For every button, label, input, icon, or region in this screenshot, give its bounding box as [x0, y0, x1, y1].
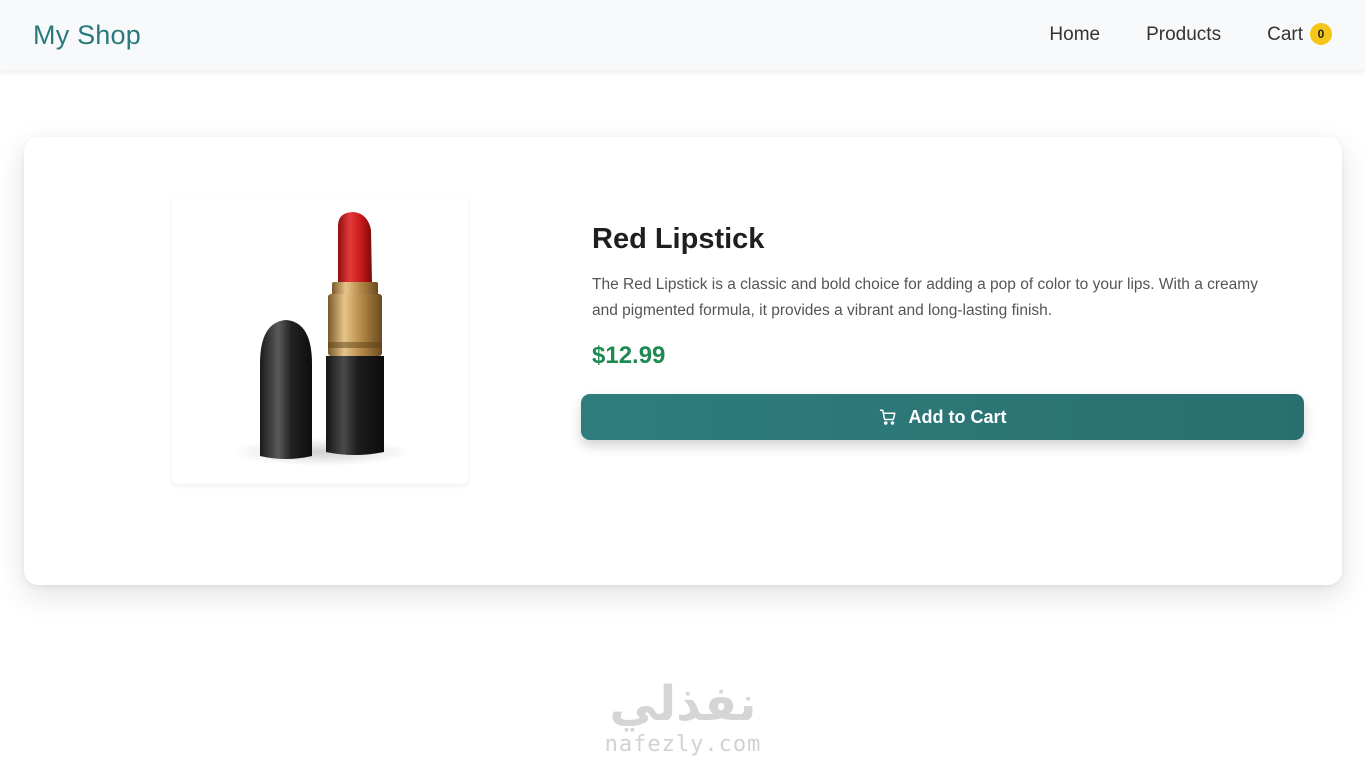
watermark: نفذلي nafezly.com	[598, 676, 768, 766]
product-title: Red Lipstick	[592, 223, 765, 255]
nav-links: Home Products Cart 0	[1003, 22, 1332, 46]
lipstick-image	[232, 212, 412, 466]
nav-link-products[interactable]: Products	[1146, 24, 1221, 46]
product-image	[172, 194, 468, 484]
brand-logo[interactable]: My Shop	[33, 20, 141, 51]
product-info: Red Lipstick The Red Lipstick is a class…	[592, 223, 1292, 370]
nav-link-cart[interactable]: Cart 0	[1267, 22, 1332, 46]
add-to-cart-button[interactable]: Add to Cart	[581, 394, 1304, 440]
watermark-latin: nafezly.com	[604, 732, 762, 757]
watermark-arabic: نفذلي	[609, 676, 757, 732]
product-price: $12.99	[592, 342, 666, 369]
product-card: Red Lipstick The Red Lipstick is a class…	[24, 137, 1342, 585]
cart-icon	[879, 408, 897, 426]
cart-count-badge: 0	[1310, 22, 1332, 45]
nav-link-home[interactable]: Home	[1049, 24, 1100, 46]
cart-label: Cart	[1267, 24, 1303, 45]
product-description: The Red Lipstick is a classic and bold c…	[592, 276, 1258, 319]
navbar: My Shop Home Products Cart 0	[0, 0, 1366, 70]
add-to-cart-label: Add to Cart	[908, 406, 1007, 427]
